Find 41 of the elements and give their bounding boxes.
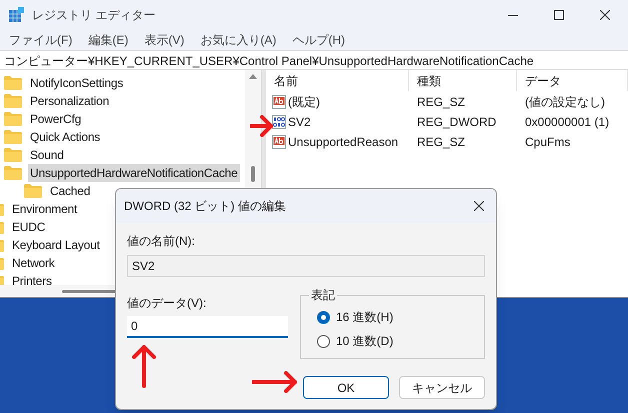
- dialog-title: DWORD (32 ビット) 値の編集: [124, 198, 286, 215]
- address-bar[interactable]: コンピューター¥HKEY_CURRENT_USER¥Control Panel¥UnsupportedHardwareNotificationCache: [0, 50, 628, 70]
- column-header[interactable]: 種類: [409, 70, 517, 91]
- menu-item[interactable]: ヘルプ(H): [287, 31, 350, 49]
- tree-item[interactable]: UnsupportedHardwareNotificationCache: [28, 164, 240, 182]
- column-header[interactable]: 名前: [266, 70, 409, 91]
- field-label: 値の名前(N):: [127, 233, 196, 249]
- value-data: (値の設定なし): [524, 94, 606, 111]
- value-data: CpuFms: [524, 134, 572, 151]
- tree-item[interactable]: Personalization: [28, 92, 112, 110]
- tree-item[interactable]: Quick Actions: [28, 128, 102, 146]
- field-label: 値のデータ(V):: [127, 295, 208, 311]
- name-field[interactable]: SV2: [127, 255, 485, 277]
- tree-item[interactable]: Sound: [28, 146, 66, 164]
- tree-item[interactable]: EUDC: [10, 218, 48, 236]
- menu-item[interactable]: ファイル(F): [4, 31, 78, 49]
- menu-item[interactable]: 表示(V): [139, 31, 190, 49]
- value-name[interactable]: (既定): [288, 93, 320, 111]
- window-title: レジストリ エディター: [32, 7, 156, 24]
- tree-item[interactable]: Cached: [48, 182, 92, 200]
- radio-label[interactable]: 10 進数(D): [336, 332, 394, 350]
- tree-item[interactable]: PowerCfg: [28, 110, 84, 128]
- tree-item[interactable]: Keyboard Layout: [10, 236, 102, 254]
- value-type: REG_SZ: [416, 134, 466, 151]
- data-field[interactable]: 0: [127, 316, 288, 338]
- value-name[interactable]: UnsupportedReason: [288, 133, 398, 151]
- value-data: 0x00000001 (1): [524, 114, 610, 131]
- tree-item[interactable]: NotifyIconSettings: [28, 74, 126, 92]
- value-type: REG_SZ: [416, 94, 466, 111]
- menu-item[interactable]: 編集(E): [83, 31, 134, 49]
- tree-item[interactable]: Printers: [10, 272, 54, 285]
- value-type: REG_DWORD: [416, 114, 498, 131]
- dialog-button[interactable]: キャンセル: [399, 376, 485, 399]
- value-name[interactable]: SV2: [288, 113, 311, 131]
- radio-label[interactable]: 16 進数(H): [336, 308, 394, 326]
- menu-item[interactable]: お気に入り(A): [195, 31, 282, 49]
- tree-item[interactable]: Environment: [10, 200, 80, 218]
- dialog-button[interactable]: OK: [303, 376, 389, 399]
- column-header[interactable]: データ: [517, 70, 628, 91]
- group-label: 表記: [309, 287, 337, 303]
- tree-item[interactable]: Network: [10, 254, 57, 272]
